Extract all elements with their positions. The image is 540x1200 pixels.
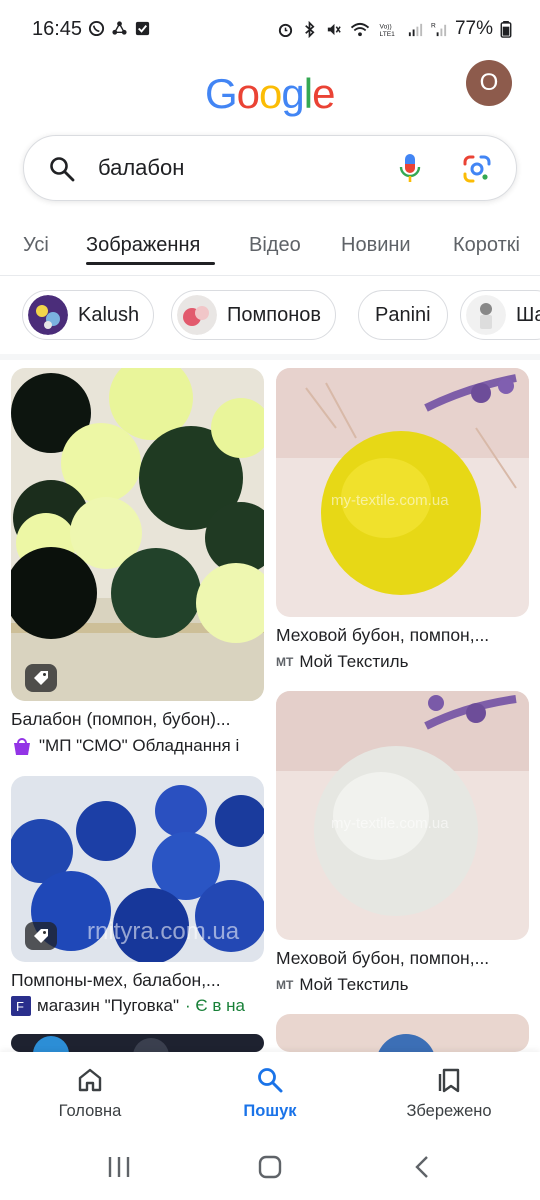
section-divider xyxy=(0,354,540,360)
image-result-5[interactable] xyxy=(11,1034,264,1052)
image-result-6[interactable] xyxy=(276,1014,529,1052)
search-icon xyxy=(50,157,75,182)
mute-icon xyxy=(327,23,341,35)
search-box[interactable]: балабон xyxy=(23,135,517,201)
result-source[interactable]: "МП "СМО" Обладнання і xyxy=(11,736,264,756)
tab-images[interactable]: Зображення xyxy=(86,234,200,257)
battery-percent: 77% xyxy=(454,18,493,39)
chip-sha[interactable]: Ша xyxy=(460,290,540,340)
system-navigation-bar xyxy=(0,1140,540,1200)
image-result-4[interactable]: my-textile.com.ua Меховой бубон, помпон,… xyxy=(276,691,529,1001)
sync-icon xyxy=(112,21,127,35)
shopping-tag-icon xyxy=(25,664,57,692)
alarm-icon xyxy=(278,23,293,37)
svg-text:Vo)): Vo)) xyxy=(380,23,392,30)
image-watermark: rnityra.com.ua xyxy=(87,918,240,945)
image-result-1[interactable]: Балабон (помпон, бубон)... "МП "СМО" Обл… xyxy=(11,368,264,758)
battery-icon xyxy=(500,20,512,38)
store-logo-icon: МТ xyxy=(276,978,294,992)
signal-roaming-icon: R xyxy=(431,22,447,36)
svg-text:LTE1: LTE1 xyxy=(380,31,396,38)
google-logo[interactable]: Google xyxy=(205,70,335,118)
tab-all[interactable]: Усі xyxy=(23,234,49,257)
back-icon[interactable] xyxy=(410,1154,436,1180)
result-caption[interactable]: Помпоны-мех, балабон,... xyxy=(11,970,264,991)
result-thumbnail[interactable] xyxy=(276,1014,529,1052)
result-caption[interactable]: Меховой бубон, помпон,... xyxy=(276,625,529,646)
image-watermark: my-textile.com.ua xyxy=(331,815,449,832)
active-tab-indicator xyxy=(86,262,215,265)
result-caption[interactable]: Балабон (помпон, бубон)... xyxy=(11,709,264,730)
chip-thumbnail xyxy=(28,295,68,335)
nav-home[interactable]: Головна xyxy=(25,1066,155,1121)
shopping-tag-icon xyxy=(25,922,57,950)
chip-kalush[interactable]: Kalush xyxy=(22,290,155,340)
signal-icon xyxy=(408,23,423,36)
image-result-3[interactable]: my-textile.com.ua Меховой бубон, помпон,… xyxy=(276,368,529,678)
store-logo-icon: F xyxy=(11,996,31,1016)
search-tabs: Усі Зображення Відео Новини Короткі xyxy=(0,222,540,276)
refinement-chips: Kalush Помпонов Panini Ша xyxy=(0,290,540,342)
tab-video[interactable]: Відео xyxy=(249,234,301,257)
account-avatar[interactable]: O xyxy=(466,60,512,106)
voice-search-icon[interactable] xyxy=(398,152,422,186)
wifi-icon xyxy=(350,22,370,36)
google-lens-icon[interactable] xyxy=(462,154,492,184)
checkbox-notification-icon xyxy=(135,21,150,36)
bottom-navigation: Головна Пошук Збережено xyxy=(0,1052,540,1140)
tab-shorts[interactable]: Короткі xyxy=(453,234,520,257)
result-caption[interactable]: Меховой бубон, помпон,... xyxy=(276,948,529,969)
status-time: 16:45 xyxy=(32,18,83,40)
image-result-2[interactable]: rnityra.com.ua Помпоны-мех, балабон,... … xyxy=(11,776,264,1016)
search-icon xyxy=(258,1068,283,1093)
store-logo-icon: МТ xyxy=(276,655,294,669)
result-source[interactable]: МТ Мой Текстиль xyxy=(276,652,529,672)
chip-thumbnail xyxy=(177,295,217,335)
bluetooth-icon xyxy=(305,20,315,38)
image-watermark: my-textile.com.ua xyxy=(331,492,449,509)
svg-text:R: R xyxy=(431,22,436,29)
status-bar: 16:45 Vo)) LTE1 R 77% xyxy=(0,0,540,58)
result-source[interactable]: МТ Мой Текстиль xyxy=(276,975,529,995)
shopping-bag-icon xyxy=(14,738,30,755)
viber-icon xyxy=(88,20,105,37)
nav-search[interactable]: Пошук xyxy=(205,1066,335,1121)
chip-pompons[interactable]: Помпонов xyxy=(171,290,336,340)
result-source[interactable]: F магазин "Пуговка" · Є в на xyxy=(11,996,264,1016)
result-thumbnail[interactable] xyxy=(11,1034,264,1052)
nav-saved[interactable]: Збережено xyxy=(384,1066,514,1121)
home-icon xyxy=(78,1068,102,1092)
recent-apps-icon[interactable] xyxy=(106,1154,132,1180)
chip-thumbnail xyxy=(466,295,506,335)
saved-collections-icon xyxy=(438,1068,460,1093)
tab-news[interactable]: Новини xyxy=(341,234,411,257)
svg-text:F: F xyxy=(16,999,24,1014)
search-input[interactable]: балабон xyxy=(98,155,184,181)
home-button-icon[interactable] xyxy=(257,1154,283,1180)
result-thumbnail[interactable] xyxy=(11,368,264,701)
chip-panini[interactable]: Panini xyxy=(358,290,448,340)
volte-icon: Vo))LTE1 xyxy=(380,23,396,38)
